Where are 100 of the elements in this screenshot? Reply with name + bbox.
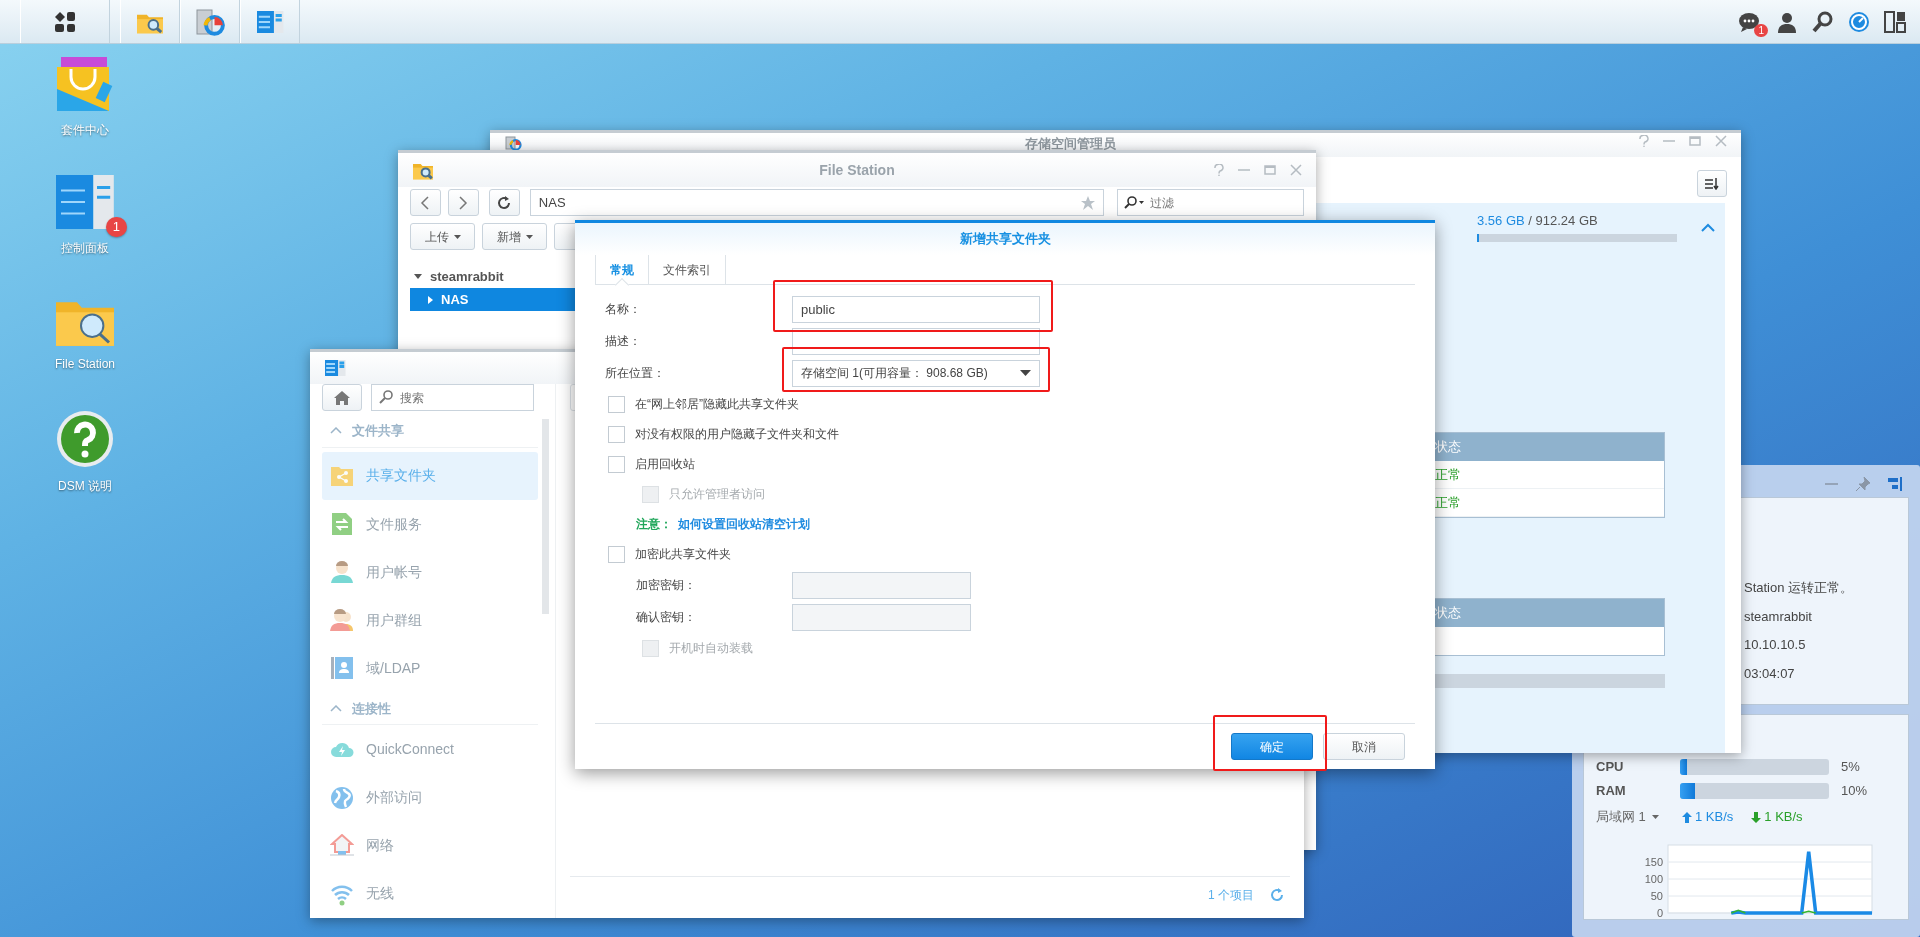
section-header[interactable]: 文件共享 (322, 415, 538, 448)
pin-button[interactable] (1856, 477, 1870, 491)
forward-button[interactable] (447, 189, 479, 216)
upload-speed: 1 KB/s (1695, 808, 1734, 827)
dashboard-button[interactable] (1848, 10, 1870, 33)
chat-bubbles-icon (1738, 10, 1762, 33)
checkbox[interactable] (608, 455, 625, 473)
window-title: 存储空间管理员 (1023, 135, 1117, 153)
field-label: 描述： (605, 333, 642, 350)
main-menu-button[interactable] (20, 0, 110, 43)
help-button[interactable] (1214, 164, 1224, 176)
sidebar-item[interactable]: 外部访问 (322, 773, 538, 822)
question-icon (1214, 164, 1224, 176)
minimize-button[interactable] (1825, 482, 1838, 486)
section-header[interactable]: 连接性 (322, 692, 538, 726)
search-field[interactable]: 搜索 (371, 384, 534, 411)
search-button[interactable] (1812, 10, 1834, 33)
refresh-button[interactable] (488, 189, 520, 216)
sidebar-item[interactable]: 共享文件夹 (322, 451, 538, 500)
maximize-button[interactable] (1264, 164, 1276, 176)
close-button[interactable] (1715, 135, 1727, 147)
caret-down-icon (414, 274, 422, 279)
collapse-button[interactable] (1888, 477, 1903, 491)
checkbox[interactable] (608, 395, 625, 413)
checkbox[interactable] (608, 545, 625, 563)
gauge-icon (1848, 10, 1870, 33)
field-label: 名称： (605, 301, 642, 318)
star-icon (1081, 195, 1095, 210)
taskbar-app-button[interactable] (120, 0, 180, 43)
minimize-icon (1663, 140, 1675, 142)
sidebar-item[interactable]: 无线 (322, 869, 538, 918)
desktop-icon-label[interactable]: File Station (55, 355, 115, 373)
panel-collapse-icon (1888, 477, 1903, 491)
sidebar-item[interactable]: 文件服务 (322, 499, 538, 549)
down-arrow-icon (1751, 811, 1762, 823)
scrollbar[interactable] (542, 419, 549, 614)
close-button[interactable] (1290, 164, 1302, 176)
search-icon (1124, 196, 1144, 209)
interface-dropdown[interactable]: 局域网 1 (1596, 807, 1680, 827)
desktop-icon-label[interactable]: DSM 说明 (58, 477, 112, 495)
sort-icon (1705, 177, 1719, 190)
user-button[interactable] (1776, 10, 1798, 33)
field-label: 所在位置： (605, 365, 666, 382)
download-speed: 1 KB/s (1764, 808, 1803, 827)
checkbox-label: 加密此共享文件夹 (635, 546, 731, 563)
search-icon (1812, 10, 1834, 33)
notification-count: 1 (1754, 23, 1768, 37)
maximize-button[interactable] (1689, 135, 1701, 147)
desktop-icon-label[interactable]: 控制面板 (61, 239, 109, 257)
sidebar-item[interactable]: 用户群组 (322, 596, 538, 645)
question-icon (1639, 135, 1649, 147)
caret-down-icon (453, 234, 461, 239)
cancel-button[interactable]: 取消 (1323, 733, 1405, 760)
item-count: 1 个项目 (1208, 886, 1254, 904)
password-field[interactable] (792, 571, 971, 599)
confirm-button[interactable]: 确定 (1231, 733, 1313, 760)
meter-reading: 5% (1841, 758, 1860, 777)
path-field[interactable]: NAS (529, 189, 1104, 216)
usage-text: 3.56 GB / 912.24 GB (1476, 212, 1599, 230)
chevron-right-icon (458, 195, 469, 210)
sidebar-item[interactable]: 网络 (322, 821, 538, 870)
back-button[interactable] (410, 189, 441, 216)
desktop-icon-label[interactable]: 套件中心 (61, 121, 109, 139)
text-field[interactable]: public (792, 295, 1040, 323)
axis-tick-label: 100 (1644, 873, 1663, 885)
taskbar-app-button[interactable] (180, 0, 240, 43)
toolbar-dropdown-button[interactable]: 上传 (410, 223, 475, 250)
help-button[interactable] (1639, 135, 1649, 147)
chevron-up-icon (1701, 223, 1715, 232)
checkbox[interactable] (608, 425, 625, 443)
maximize-icon (1689, 135, 1701, 147)
taskbar-app-button[interactable] (240, 0, 300, 43)
axis-tick-label: 150 (1644, 856, 1663, 868)
toolbar-dropdown-button[interactable]: 新增 (482, 223, 547, 250)
sidebar-item[interactable]: 域/LDAP (322, 644, 538, 693)
refresh-icon (1270, 887, 1284, 902)
close-icon (1715, 135, 1727, 147)
chevron-up-icon (330, 427, 342, 435)
meter-label: RAM (1596, 782, 1627, 801)
checkbox-label: 启用回收站 (635, 456, 695, 473)
widgets-button[interactable] (1884, 10, 1906, 33)
help-link[interactable]: 如何设置回收站清空计划 (678, 515, 810, 533)
sort-button[interactable] (1697, 170, 1727, 197)
chat-button[interactable] (1738, 10, 1762, 33)
filter-field[interactable]: 过滤 (1117, 189, 1304, 216)
sidebar-item[interactable]: 用户帐号 (322, 548, 538, 597)
window-title: File Station (818, 160, 896, 180)
control-panel-icon (55, 173, 115, 231)
tab[interactable]: 文件索引 (649, 255, 726, 284)
home-button[interactable] (322, 384, 362, 411)
pin-icon (1856, 477, 1870, 491)
search-icon (379, 390, 393, 404)
caret-down-icon (1651, 815, 1659, 819)
location-dropdown[interactable]: 存储空间 1(可用容量： 908.68 GB) (792, 359, 1040, 387)
checkbox-label: 只允许管理者访问 (669, 486, 765, 503)
password-field[interactable] (792, 603, 971, 631)
status-text: Station 运转正常。 (1744, 579, 1855, 597)
up-arrow-icon (1682, 811, 1692, 823)
field-label: 确认密钥： (636, 609, 697, 626)
sidebar-item[interactable]: QuickConnect (322, 725, 538, 774)
